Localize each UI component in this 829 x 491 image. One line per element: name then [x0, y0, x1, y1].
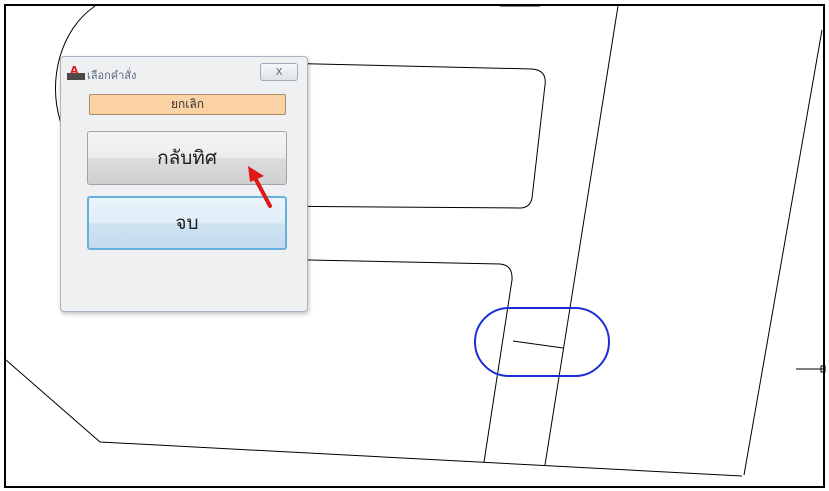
vertical-line-2[interactable] [743, 29, 823, 476]
selection-highlight-slot[interactable] [474, 307, 610, 377]
dialog-titlebar[interactable]: A เลือกคำสั่ง X [61, 57, 307, 87]
close-icon: X [275, 66, 283, 78]
close-button[interactable]: X [260, 63, 298, 81]
cad-viewport[interactable]: A เลือกคำสั่ง X ยกเลิก กลับทิศ จบ [0, 0, 829, 491]
app-logo-icon: A [67, 64, 85, 80]
dialog-title: เลือกคำสั่ง [87, 69, 137, 82]
red-pointer-arrow-icon [248, 166, 272, 208]
svg-text:A: A [70, 64, 79, 77]
short-segment-line[interactable] [512, 340, 564, 349]
cancel-button-label: ยกเลิก [170, 97, 205, 111]
cancel-button[interactable]: ยกเลิก [89, 94, 286, 115]
finish-button-label: จบ [175, 212, 199, 234]
lower-boundary-line[interactable] [5, 359, 743, 477]
reverse-direction-label: กลับทิศ [157, 147, 217, 169]
vertical-line-1[interactable] [544, 5, 619, 466]
